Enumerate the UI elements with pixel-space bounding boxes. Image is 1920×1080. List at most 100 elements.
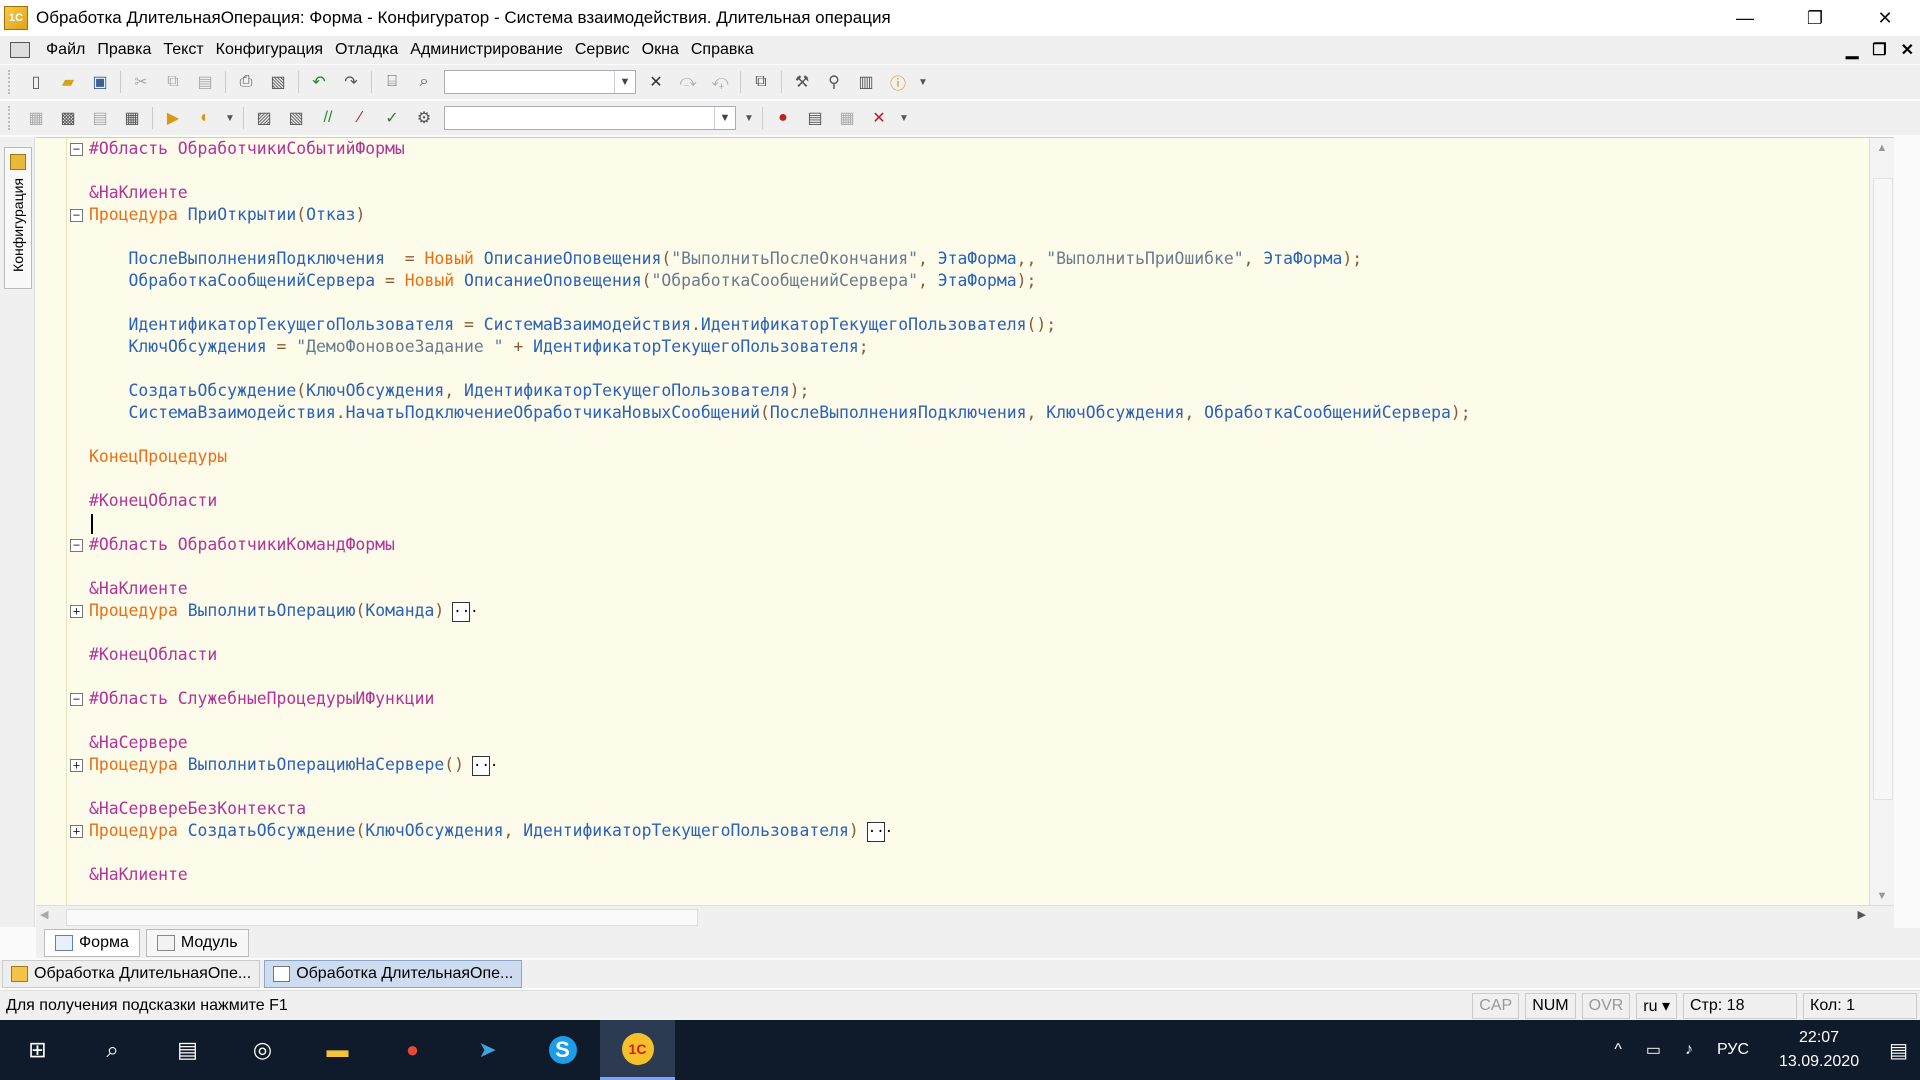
tool-icon[interactable]: ⚒: [790, 70, 814, 94]
collapse-icon[interactable]: −: [70, 209, 83, 222]
code-line[interactable]: &НаКлиенте: [89, 864, 1868, 886]
code-line[interactable]: [89, 710, 1868, 732]
scroll-up-icon[interactable]: ▲: [1870, 138, 1894, 158]
collapse-icon[interactable]: −: [70, 143, 83, 156]
steam-button[interactable]: ◎: [225, 1020, 300, 1080]
new-file-icon[interactable]: ▯: [24, 70, 48, 94]
start-button[interactable]: ⊞: [0, 1020, 75, 1080]
horizontal-scroll-thumb[interactable]: [66, 909, 698, 926]
menu-service[interactable]: Сервис: [569, 41, 636, 59]
collapsed-block-marker[interactable]: ...: [452, 601, 479, 622]
expand-icon[interactable]: +: [70, 825, 83, 838]
database-icon[interactable]: ▤: [88, 106, 112, 130]
mdi-close-button[interactable]: ✕: [1901, 40, 1914, 60]
code-line[interactable]: [89, 666, 1868, 688]
code-line[interactable]: [89, 512, 1868, 534]
chevron-down-icon[interactable]: ▼: [714, 107, 735, 129]
code-line[interactable]: ПослеВыполненияПодключения = Новый Описа…: [89, 248, 1868, 270]
chrome-button[interactable]: ●: [375, 1020, 450, 1080]
syntax-helper-icon[interactable]: ⚲: [822, 70, 846, 94]
chevron-down-icon[interactable]: ▼: [744, 106, 754, 130]
find-icon[interactable]: ⌕: [412, 70, 436, 94]
code-line[interactable]: ОбработкаСообщенийСервера = Новый Описан…: [89, 270, 1868, 292]
breakpoint-delete-icon[interactable]: ✕: [867, 106, 891, 130]
document-icon[interactable]: ▥: [854, 70, 878, 94]
cut-icon[interactable]: ✂: [129, 70, 153, 94]
module-icon[interactable]: ▨: [252, 106, 276, 130]
find-prev-icon[interactable]: ⤽: [708, 70, 732, 94]
telegram-button[interactable]: ➤: [450, 1020, 525, 1080]
menu-administration[interactable]: Администрирование: [404, 41, 569, 59]
clear-search-icon[interactable]: ✕: [644, 70, 668, 94]
code-line[interactable]: + Процедура ВыполнитьОперацию(Команда)...: [70, 600, 1868, 622]
code-line[interactable]: [89, 424, 1868, 446]
uncomment-icon[interactable]: ⁄: [348, 106, 372, 130]
search-combo[interactable]: ▼: [444, 70, 636, 94]
code-line[interactable]: + Процедура СоздатьОбсуждение(КлючОбсужде…: [70, 820, 1868, 842]
search-button[interactable]: ⌕: [75, 1020, 150, 1080]
vertical-scroll-thumb[interactable]: [1873, 178, 1893, 800]
code-line[interactable]: #КонецОбласти: [89, 644, 1868, 666]
chevron-down-icon[interactable]: ▼: [614, 71, 635, 93]
language-selector[interactable]: ru ▾: [1636, 993, 1677, 1019]
chevron-down-icon[interactable]: ▼: [899, 106, 909, 130]
code-line[interactable]: − #Область ОбработчикиСобытийФормы: [70, 138, 1868, 160]
scroll-left-icon[interactable]: ◀: [40, 908, 48, 921]
code-line[interactable]: [89, 776, 1868, 798]
module-list-icon[interactable]: ▧: [284, 106, 308, 130]
find-next-icon[interactable]: ⤼: [676, 70, 700, 94]
code-area[interactable]: − #Область ОбработчикиСобытийФормы &НаКлие…: [70, 138, 1868, 886]
code-line[interactable]: КонецПроцедуры: [89, 446, 1868, 468]
print-preview-icon[interactable]: ▧: [266, 70, 290, 94]
print-icon[interactable]: ⎙: [234, 70, 258, 94]
collapse-icon[interactable]: −: [70, 539, 83, 552]
code-line[interactable]: &НаКлиенте: [89, 182, 1868, 204]
code-line[interactable]: [89, 160, 1868, 182]
chevron-down-icon[interactable]: ▼: [918, 70, 928, 94]
comment-icon[interactable]: //: [316, 106, 340, 130]
vertical-scrollbar[interactable]: ▲ ▼: [1869, 138, 1894, 906]
input-language[interactable]: РУС: [1717, 1041, 1749, 1059]
menu-file[interactable]: Файл: [40, 41, 91, 59]
code-line[interactable]: [89, 226, 1868, 248]
paste-icon[interactable]: ▤: [193, 70, 217, 94]
menu-configuration[interactable]: Конфигурация: [210, 41, 329, 59]
window-tab-processing-2[interactable]: Обработка ДлительнаяОпе...: [264, 960, 523, 988]
menu-help[interactable]: Справка: [685, 41, 760, 59]
expand-icon[interactable]: +: [70, 759, 83, 772]
code-line[interactable]: &НаСервереБезКонтекста: [89, 798, 1868, 820]
mdi-minimize-button[interactable]: ▁: [1846, 40, 1858, 60]
toolbar-grip[interactable]: [8, 106, 14, 130]
config-icon[interactable]: ▦: [24, 106, 48, 130]
code-line[interactable]: − Процедура ПриОткрытии(Отказ): [70, 204, 1868, 226]
code-line[interactable]: [89, 468, 1868, 490]
procedures-icon[interactable]: ⚙: [412, 106, 436, 130]
code-line[interactable]: &НаСервере: [89, 732, 1868, 754]
run-debug-icon[interactable]: ▶: [161, 106, 185, 130]
code-line[interactable]: СистемаВзаимодействия.НачатьПодключениеО…: [89, 402, 1868, 424]
code-line[interactable]: [89, 292, 1868, 314]
code-line[interactable]: − #Область СлужебныеПроцедурыИФункции: [70, 688, 1868, 710]
restore-button[interactable]: ❐: [1780, 0, 1850, 36]
code-line[interactable]: ИдентификаторТекущегоПользователя = Сист…: [89, 314, 1868, 336]
toolbar-grip[interactable]: [8, 70, 14, 94]
find-in-icon[interactable]: ⌸: [380, 70, 404, 94]
code-line[interactable]: [89, 358, 1868, 380]
notifications-icon[interactable]: ▤: [1889, 1038, 1908, 1063]
minimize-button[interactable]: —: [1710, 0, 1780, 36]
system-menu-icon[interactable]: [10, 42, 30, 58]
tab-module[interactable]: Модуль: [145, 929, 249, 957]
collapse-icon[interactable]: −: [70, 693, 83, 706]
1c-button[interactable]: 1С: [600, 1020, 675, 1080]
network-icon[interactable]: ▭: [1646, 1040, 1661, 1060]
menu-windows[interactable]: Окна: [636, 41, 685, 59]
info-icon[interactable]: ⓘ: [886, 70, 910, 94]
collapsed-block-marker[interactable]: ...: [866, 821, 893, 842]
code-editor[interactable]: − #Область ОбработчикиСобытийФормы &НаКлие…: [36, 137, 1894, 906]
task-view-button[interactable]: ▤: [150, 1020, 225, 1080]
tab-form[interactable]: Форма: [44, 929, 140, 957]
code-line[interactable]: [89, 556, 1868, 578]
breakpoint-disable-icon[interactable]: ▦: [835, 106, 859, 130]
redo-icon[interactable]: ↷: [339, 70, 363, 94]
window-tab-processing-1[interactable]: Обработка ДлительнаяОпе...: [2, 960, 261, 988]
